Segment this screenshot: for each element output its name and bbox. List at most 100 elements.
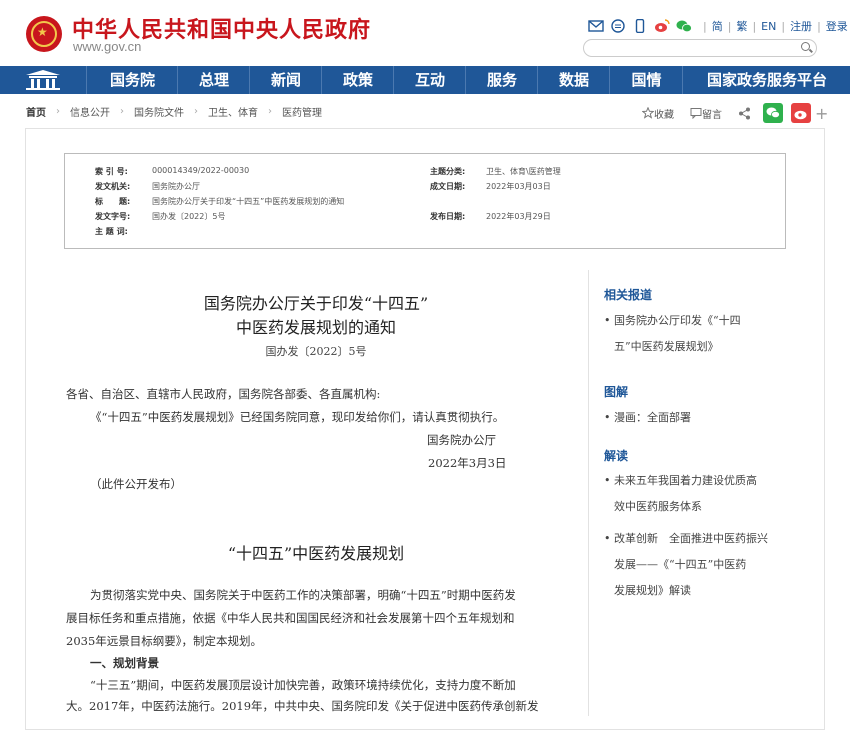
graphic-link[interactable]: • 漫画：全面部署	[604, 405, 794, 431]
meta-pubdate-label: 发布日期:	[430, 212, 466, 221]
article-body-paragraph: 《“十四五”中医药发展规划》已经国务院同意，现印发给你们，请认真贯彻执行。	[90, 410, 505, 424]
bullet: •	[604, 314, 611, 327]
traditional-chinese-link[interactable]: 繁	[736, 18, 747, 34]
nav-item-state-council[interactable]: 国务院	[86, 66, 178, 94]
article-title-line2: 中医药发展规划的通知	[235, 318, 396, 337]
interpretation-heading: 解读	[604, 449, 629, 463]
breadcrumb-medicine-management[interactable]: 医药管理	[282, 104, 322, 119]
chevron-right-icon: ›	[120, 106, 124, 117]
plan-intro-line: 为贯彻落实党中央、国务院关于中医药工作的决策部署，明确“十四五”时期中医药发	[90, 588, 516, 602]
nav-item-interaction[interactable]: 互动	[393, 66, 466, 94]
meta-title-value: 国务院办公厅关于印发“十四五”中医药发展规划的通知	[152, 197, 345, 206]
article-doc-number: 国办发〔2022〕5号	[265, 345, 367, 358]
article-salutation: 各省、自治区、直辖市人民政府，国务院各部委、各直属机构:	[66, 387, 381, 401]
chevron-right-icon: ›	[56, 106, 60, 117]
main-nav: 国务院 总理 新闻 政策 互动 服务 数据 国情 国家政务服务平台	[0, 66, 850, 94]
meta-topic-value: 卫生、体育\医药管理	[486, 167, 561, 176]
graphic-item-label: 漫画：全面部署	[614, 411, 691, 424]
national-emblem-logo[interactable]: ★	[26, 16, 62, 52]
breadcrumb-state-council-docs[interactable]: 国务院文件	[134, 104, 184, 119]
building-icon[interactable]	[0, 66, 86, 94]
separator: |	[752, 19, 757, 33]
mobile-icon[interactable]	[632, 19, 648, 33]
chevron-right-icon: ›	[194, 106, 198, 117]
article-public-note: （此件公开发布）	[90, 477, 182, 491]
meta-keywords-label: 主 题 词:	[95, 227, 128, 236]
section-heading: 一、规划背景	[90, 656, 159, 670]
related-report-link[interactable]: • 国务院办公厅印发《“十四 五”中医药发展规划》	[604, 308, 794, 360]
comment-icon	[690, 108, 702, 119]
separator: |	[781, 19, 786, 33]
top-tools: | 简 | 繁 | EN | 注册 | 登录	[588, 18, 848, 34]
interpretation-line1: 改革创新 全面推进中医药振兴	[614, 532, 768, 545]
meta-index-value: 000014349/2022-00030	[152, 166, 250, 175]
meta-pubdate-value: 2022年03月29日	[486, 212, 551, 221]
nav-item-national-situation[interactable]: 国情	[609, 66, 683, 94]
related-report-line1: 国务院办公厅印发《“十四	[614, 314, 741, 327]
nav-item-policy[interactable]: 政策	[321, 66, 394, 94]
nav-item-gov-service-platform[interactable]: 国家政务服务平台	[682, 66, 850, 94]
site-header: ★ 中华人民共和国中央人民政府 www.gov.cn | 简 | 繁 | EN …	[0, 0, 850, 66]
nav-item-premier[interactable]: 总理	[177, 66, 250, 94]
interpretation-line2: 效中医药服务体系	[614, 500, 702, 513]
meta-title-label: 标 题:	[95, 197, 131, 206]
comment-label: 留言	[702, 109, 722, 121]
article-signature: 国务院办公厅	[427, 433, 496, 447]
breadcrumb-health-sports[interactable]: 卫生、体育	[208, 104, 258, 119]
related-report-line2: 五”中医药发展规划》	[614, 340, 719, 353]
plus-icon[interactable]: +	[815, 104, 828, 123]
meta-issuer-label: 发文机关:	[95, 182, 131, 191]
article-title: 国务院办公厅关于印发“十四五” 中医药发展规划的通知	[126, 292, 506, 340]
document-meta-table: 索 引 号: 000014349/2022-00030 主题分类: 卫生、体育\…	[64, 153, 786, 249]
interpretation-line2: 发展——《“十四五”中医药	[614, 558, 747, 571]
interpretation-link[interactable]: • 改革创新 全面推进中医药振兴 发展——《“十四五”中医药 发展规划》解读	[604, 526, 794, 604]
nav-item-news[interactable]: 新闻	[249, 66, 322, 94]
favorite-button[interactable]: 收藏	[642, 106, 674, 121]
sidebar-divider	[588, 270, 589, 716]
breadcrumb: 首页 › 信息公开 › 国务院文件 › 卫生、体育 › 医药管理	[26, 104, 322, 119]
bullet: •	[604, 474, 611, 487]
plan-intro-line: 展目标任务和重点措施，依据《中华人民共和国国民经济和社会发展第十四个五年规划和	[66, 611, 515, 625]
interpretation-link[interactable]: • 未来五年我国着力建设优质高 效中医药服务体系	[604, 468, 794, 520]
article-sign-date: 2022年3月3日	[428, 456, 507, 470]
emblem-star-icon: ★	[37, 25, 48, 39]
separator: |	[703, 19, 707, 33]
nav-item-service[interactable]: 服务	[465, 66, 538, 94]
background-paragraph-line: “十三五”期间，中医药发展顶层设计加快完善，政策环境持续优化，支持力度不断加	[90, 678, 516, 692]
meta-index-label: 索 引 号:	[95, 167, 128, 176]
share-bar: 收藏 留言 +	[642, 103, 828, 123]
login-link[interactable]: 登录	[826, 18, 848, 34]
share-icon[interactable]	[738, 107, 751, 120]
nav-item-data[interactable]: 数据	[537, 66, 610, 94]
separator: |	[817, 19, 821, 33]
interpretation-line3: 发展规划》解读	[614, 584, 691, 597]
article-title-line1: 国务院办公厅关于印发“十四五”	[203, 294, 429, 313]
plan-intro-line: 2035年远景目标纲要》，制定本规划。	[66, 634, 263, 648]
separator: |	[727, 19, 732, 33]
plan-title: “十四五”中医药发展规划	[227, 544, 405, 563]
wechat-icon[interactable]	[676, 19, 692, 33]
meta-docno-label: 发文字号:	[95, 212, 131, 221]
meta-issuer-value: 国务院办公厅	[152, 182, 200, 191]
meta-date-label: 成文日期:	[430, 182, 466, 191]
favorite-label: 收藏	[654, 109, 674, 121]
search-input[interactable]	[583, 39, 817, 57]
background-paragraph-line: 大。2017年，中医药法施行。2019年，中共中央、国务院印发《关于促进中医药传…	[66, 699, 539, 713]
wechat-share-icon[interactable]	[763, 103, 783, 123]
meta-docno-value: 国办发〔2022〕5号	[152, 212, 226, 221]
mail-icon[interactable]	[588, 19, 604, 33]
breadcrumb-home[interactable]: 首页	[26, 104, 46, 119]
register-link[interactable]: 注册	[790, 18, 812, 34]
graphic-heading: 图解	[604, 385, 629, 399]
weibo-icon[interactable]	[654, 19, 670, 33]
bullet: •	[604, 411, 611, 424]
message-icon[interactable]	[610, 19, 626, 33]
weibo-share-icon[interactable]	[791, 103, 811, 123]
english-link[interactable]: EN	[761, 20, 776, 33]
simplified-chinese-link[interactable]: 简	[712, 18, 723, 34]
comment-button[interactable]: 留言	[690, 106, 722, 121]
search-icon[interactable]	[801, 42, 810, 51]
site-domain: www.gov.cn	[73, 39, 142, 54]
breadcrumb-info-disclosure[interactable]: 信息公开	[70, 104, 110, 119]
chevron-right-icon: ›	[268, 106, 272, 117]
